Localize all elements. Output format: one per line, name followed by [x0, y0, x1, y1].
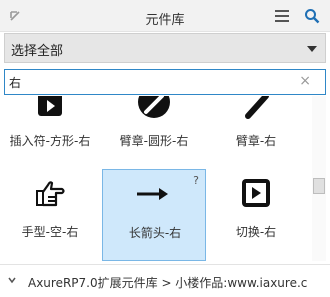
library-select-value: 选择全部	[11, 44, 64, 59]
caret-square-right-icon	[38, 96, 62, 116]
panel-header: 元件库	[0, 0, 330, 32]
widget-item-selected[interactable]: ? 长箭头-右	[102, 169, 206, 261]
chevron-down-icon	[307, 46, 317, 52]
widget-item[interactable]: 臂章-右	[206, 96, 306, 156]
widget-item[interactable]: 手型-空-右	[0, 169, 100, 261]
chevron-down-icon[interactable]	[8, 276, 16, 284]
widget-label: 切换-右	[235, 225, 277, 239]
library-info-text: AxureRP7.0扩展元件库 > 小楼作品:www.iaxure.c	[28, 276, 308, 290]
widget-label: 插入符-方形-右	[9, 134, 91, 148]
widget-item[interactable]: 插入符-方形-右	[0, 96, 100, 156]
vertical-scrollbar[interactable]	[312, 96, 326, 261]
search-icon[interactable]	[304, 8, 320, 24]
library-footer[interactable]: AxureRP7.0扩展元件库 > 小楼作品:www.iaxure.c	[0, 264, 330, 297]
widget-label: 手型-空-右	[21, 225, 79, 239]
widget-library-panel: 元件库 选择全部 × 插入符-方形-右	[0, 0, 330, 297]
badge-circle-right-icon	[138, 96, 170, 118]
widget-label: 臂章-圆形-右	[119, 134, 189, 148]
help-icon[interactable]: ?	[193, 174, 199, 187]
widget-label: 臂章-右	[235, 134, 277, 148]
toggle-right-icon	[242, 179, 270, 207]
widget-item[interactable]: 切换-右	[206, 169, 306, 261]
long-arrow-right-icon	[137, 188, 168, 200]
search-input[interactable]	[9, 73, 289, 91]
widget-grid: 插入符-方形-右 臂章-圆形-右 臂章-右 手型-空-右 ? 长箭头-右 切换-…	[0, 96, 310, 261]
widget-item[interactable]: 臂章-圆形-右	[104, 96, 204, 156]
scrollbar-thumb[interactable]	[313, 178, 325, 194]
hamburger-menu-icon[interactable]	[275, 10, 289, 22]
hand-point-right-icon	[36, 181, 65, 207]
search-field[interactable]: ×	[4, 69, 326, 95]
widget-label: 长箭头-右	[128, 226, 182, 240]
library-select[interactable]: 选择全部	[4, 33, 326, 63]
close-icon[interactable]: ×	[299, 73, 311, 89]
badge-right-icon	[245, 96, 269, 119]
